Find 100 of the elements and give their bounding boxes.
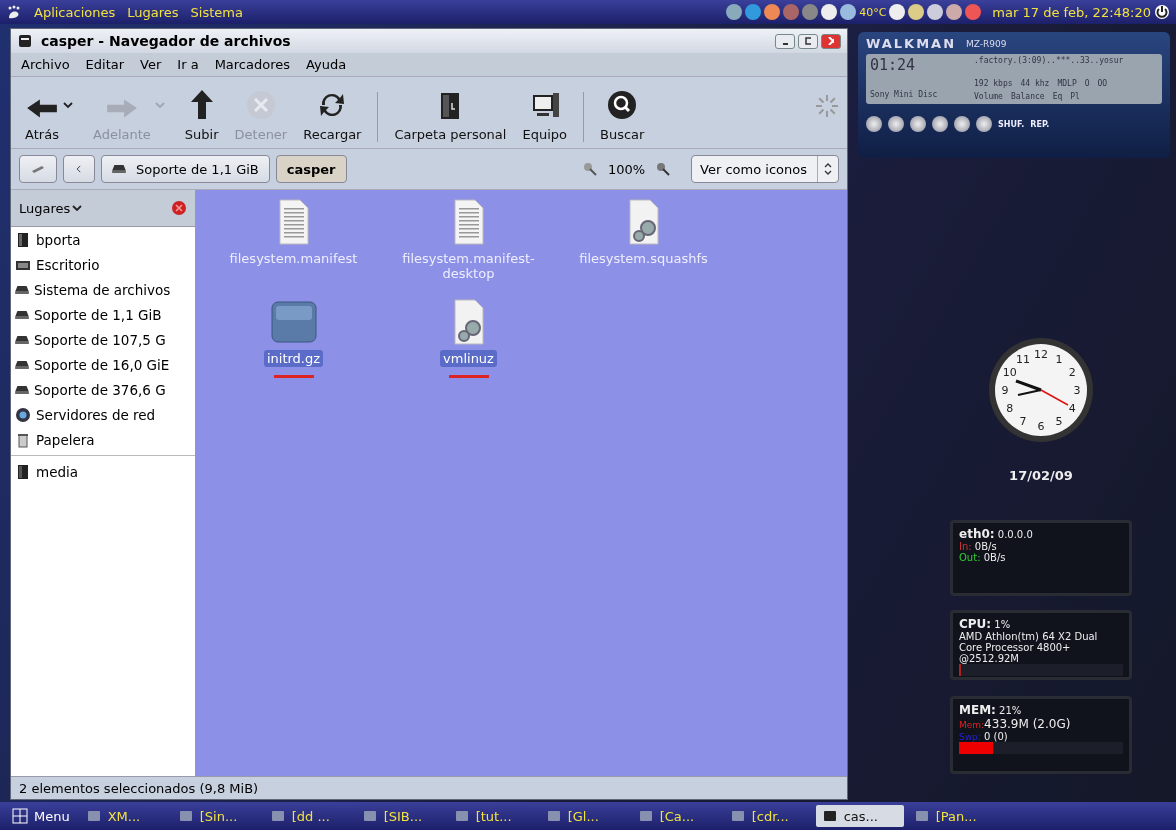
swap-label: Swp:: [959, 732, 981, 742]
tray-icon[interactable]: [821, 4, 838, 20]
player-button[interactable]: [976, 116, 992, 132]
frequency-text: 44 khz: [1020, 79, 1050, 88]
menu-item[interactable]: Ayuda: [306, 57, 347, 72]
taskbar-button[interactable]: [SIB...: [355, 805, 444, 827]
close-icon: [828, 37, 834, 45]
repeat-toggle[interactable]: REP.: [1030, 119, 1050, 129]
sidebar-item[interactable]: Papelera: [11, 427, 195, 452]
toolbar-button[interactable]: Carpeta personal: [388, 89, 513, 142]
toolbar-button[interactable]: Equipo: [516, 89, 573, 142]
bitrate-text: 192 kbps: [974, 79, 1013, 88]
clock-number: 12: [1034, 348, 1048, 361]
caret-icon: [72, 205, 83, 211]
file-item[interactable]: initrd.gz: [263, 350, 324, 367]
clock-number: 2: [1068, 366, 1076, 379]
maximize-icon: [805, 37, 811, 45]
toolbar-button[interactable]: Atrás: [19, 95, 83, 142]
processor-text: @2512.92M: [959, 653, 1020, 664]
taskbar-button[interactable]: XM...: [79, 805, 168, 827]
sidebar-item[interactable]: Soporte de 107,5 G: [11, 327, 195, 352]
caret-icon: [154, 101, 165, 108]
window-icon: [361, 808, 378, 824]
menu-item[interactable]: Editar: [85, 57, 125, 72]
menu-item[interactable]: Ir a: [177, 57, 199, 72]
shuffle-toggle[interactable]: SHUF.: [998, 119, 1025, 129]
sidebar-item[interactable]: Sistema de archivos: [11, 277, 195, 302]
tray-icon[interactable]: [840, 4, 857, 20]
sidebar-item[interactable]: Servidores de red: [11, 402, 195, 427]
taskbar-button[interactable]: [dd ...: [263, 805, 352, 827]
drive-icon: [15, 335, 29, 344]
toolbar-button[interactable]: Subir: [178, 89, 225, 142]
menu-button[interactable]: Menu: [6, 805, 76, 827]
bookmark-item[interactable]: media: [11, 459, 195, 484]
panel-menu[interactable]: Aplicaciones: [34, 4, 116, 20]
mode-text: MDLP: [1057, 79, 1077, 88]
player-button[interactable]: [888, 116, 904, 132]
taskbar-button[interactable]: [Ca...: [631, 805, 720, 827]
toolbar-button[interactable]: Buscar: [594, 89, 651, 142]
tray-icon[interactable]: [889, 4, 906, 20]
panel-menu[interactable]: Sistema: [190, 4, 243, 20]
tray-icon[interactable]: [946, 4, 963, 20]
drive-icon: [15, 385, 29, 394]
toggle-location-button[interactable]: [19, 155, 57, 183]
time-display: 01:24: [870, 56, 917, 76]
tray-icon[interactable]: [764, 4, 781, 20]
drive-icon: [15, 310, 29, 319]
taskbar-button[interactable]: [tut...: [447, 805, 536, 827]
close-sidebar-icon: [171, 200, 187, 216]
path-back-button[interactable]: [63, 155, 95, 183]
up-arrow-icon: [189, 89, 214, 121]
temperature-text: 40°C: [859, 5, 887, 19]
processor-text: AMD Athlon(tm) 64 X2 Dual: [959, 631, 1099, 642]
taskbar-button[interactable]: [Gl...: [539, 805, 628, 827]
window-icon: [453, 808, 470, 824]
menu-item[interactable]: Archivo: [21, 57, 70, 72]
power-icon: [1154, 4, 1170, 20]
panel-clock[interactable]: mar 17 de feb, 22:48:20: [992, 4, 1151, 20]
drive-icon: [15, 360, 29, 369]
view-mode-dropdown[interactable]: Ver como iconos: [691, 155, 839, 183]
taskbar-button[interactable]: cas...: [815, 805, 904, 827]
menu-item[interactable]: Marcadores: [214, 57, 291, 72]
in-label: In:: [959, 541, 972, 552]
player-button[interactable]: [932, 116, 948, 132]
sidebar-item[interactable]: Escritorio: [11, 252, 195, 277]
tray-icon[interactable]: [726, 4, 743, 20]
zoom-in-icon: [655, 161, 672, 177]
sidebar-item[interactable]: Soporte de 1,1 GiB: [11, 302, 195, 327]
trash-icon: [15, 431, 31, 448]
clock-number: 1: [1055, 352, 1063, 366]
grid-icon: [12, 808, 28, 824]
taskbar-button[interactable]: [cdr...: [723, 805, 812, 827]
ip-address-text: 0.0.0.0: [997, 529, 1033, 540]
player-button[interactable]: [866, 116, 882, 132]
player-button[interactable]: [954, 116, 970, 132]
sidebar-item[interactable]: Soporte de 16,0 GiE: [11, 352, 195, 377]
player-button[interactable]: [910, 116, 926, 132]
processor-text: Core Processor 4800+: [959, 642, 1072, 653]
window-icon: [177, 808, 194, 824]
sidebar-item[interactable]: bporta: [11, 227, 195, 252]
file-item[interactable]: vmlinuz: [440, 350, 497, 367]
window-icon: [637, 808, 654, 824]
taskbar-button[interactable]: [Sin...: [171, 805, 260, 827]
disc-text: Sony Mini Disc: [870, 90, 939, 102]
sidebar-item[interactable]: Soporte de 376,6 G: [11, 377, 195, 402]
clock-number: 10: [1002, 366, 1017, 379]
drive-icon: [112, 165, 126, 173]
minimize-button[interactable]: [775, 33, 795, 49]
tray-icon[interactable]: [908, 4, 925, 20]
tray-icon[interactable]: [927, 4, 944, 20]
window-icon: [269, 808, 286, 824]
close-button[interactable]: [821, 33, 841, 49]
maximize-button[interactable]: [798, 33, 818, 49]
toolbar-button[interactable]: Recargar: [297, 89, 368, 142]
path-button[interactable]: casper: [275, 155, 347, 183]
taskbar-button[interactable]: [Pan...: [907, 805, 996, 827]
places-dropdown[interactable]: Lugares: [19, 200, 83, 216]
menu-item[interactable]: Ver: [140, 57, 162, 72]
path-button[interactable]: Soporte de 1,1 GiB: [101, 155, 270, 183]
panel-menu[interactable]: Lugares: [127, 4, 179, 20]
